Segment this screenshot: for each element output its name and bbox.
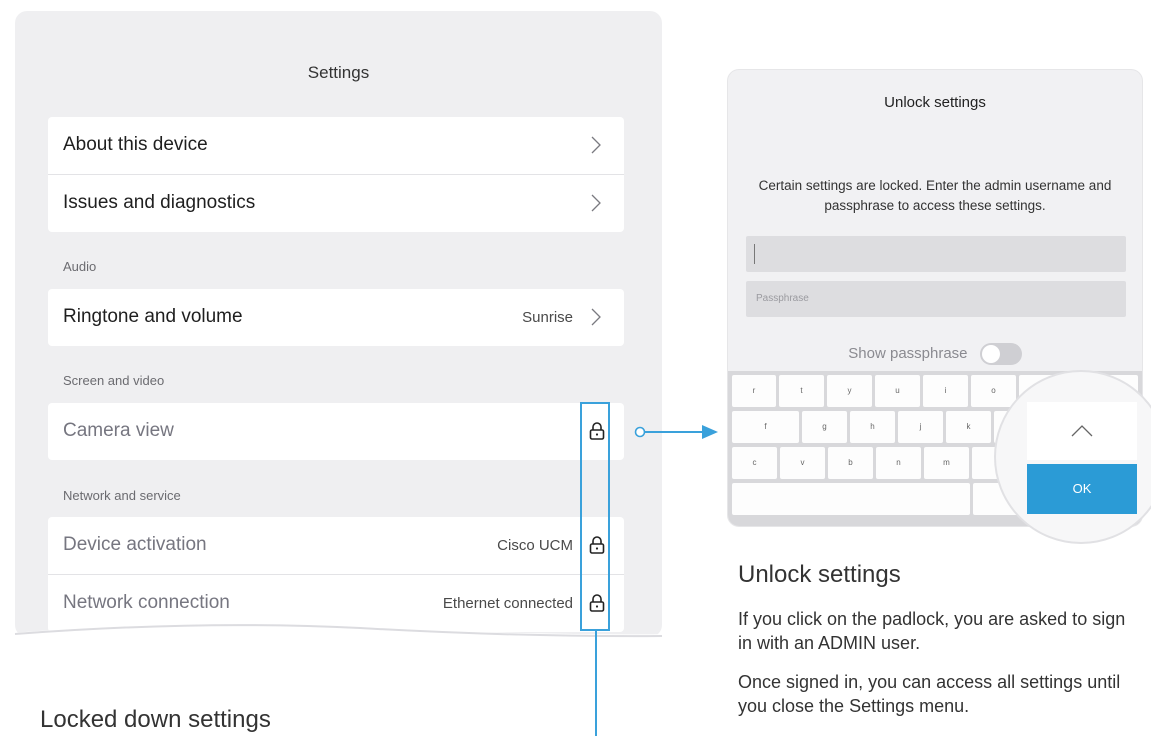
panel-cutoff-curve [0,622,680,662]
chevron-right-icon [591,136,601,154]
key-c[interactable]: c [732,447,777,479]
key-o[interactable]: o [971,375,1016,407]
key-i[interactable]: i [923,375,968,407]
device-activation-value: Cisco UCM [497,537,573,554]
chevron-right-icon [591,308,601,326]
settings-item-issues[interactable]: Issues and diagnostics [48,174,624,232]
section-audio: Audio [63,259,97,274]
settings-item-ringtone[interactable]: Ringtone and volume Sunrise [48,289,624,346]
passphrase-placeholder: Passphrase [756,293,809,304]
settings-item-label: Camera view [63,420,174,441]
text-caret [754,244,755,264]
settings-item-about[interactable]: About this device [48,117,624,174]
show-passphrase-label: Show passphrase [848,344,968,362]
key-b[interactable]: b [828,447,873,479]
settings-item-camera-view[interactable]: Camera view [48,403,624,460]
key-k[interactable]: k [946,411,991,443]
ok-button[interactable]: OK [1027,464,1137,514]
key-t[interactable]: t [779,375,824,407]
shift-up-button[interactable] [1027,402,1137,460]
audio-card: Ringtone and volume Sunrise [48,289,624,346]
callout-line-vertical [595,631,597,736]
key-j[interactable]: j [898,411,943,443]
show-passphrase-row: Show passphrase [728,343,1142,365]
space-key[interactable] [732,483,970,515]
settings-item-label: About this device [63,134,208,155]
locked-caption-heading: Locked down settings [40,706,271,733]
key-r[interactable]: r [732,375,776,407]
key-f[interactable]: f [732,411,799,443]
callout-arrow [634,425,718,439]
key-n[interactable]: n [876,447,921,479]
key-u[interactable]: u [875,375,920,407]
key-v[interactable]: v [780,447,825,479]
key-h[interactable]: h [850,411,895,443]
passphrase-field[interactable]: Passphrase [746,281,1126,317]
settings-title: Settings [307,63,370,82]
unlock-caption-p2: Once signed in, you can access all setti… [738,672,1121,716]
section-network: Network and service [63,488,181,503]
settings-item-label: Device activation [63,534,207,555]
settings-item-label: Issues and diagnostics [63,192,256,213]
chevron-right-icon [591,194,601,212]
unlock-description: Certain settings are locked. Enter the a… [758,178,1112,213]
show-passphrase-toggle[interactable] [979,343,1022,365]
general-card: About this device Issues and diagnostics [48,117,624,232]
ringtone-value: Sunrise [522,309,573,326]
unlock-caption-p1: If you click on the padlock, you are ask… [738,609,1126,653]
chevron-up-icon [1071,425,1093,437]
key-y[interactable]: y [827,375,872,407]
settings-item-device-activation[interactable]: Device activation Cisco UCM [48,517,624,574]
unlock-caption-heading: Unlock settings [738,561,901,588]
screen-card: Camera view [48,403,624,460]
settings-item-label: Network connection [63,592,230,613]
network-connection-value: Ethernet connected [442,595,573,612]
key-m[interactable]: m [924,447,969,479]
section-screen-video: Screen and video [63,373,165,388]
unlock-title: Unlock settings [884,94,986,111]
username-field[interactable] [746,236,1126,272]
key-g[interactable]: g [802,411,847,443]
padlock-highlight-box [580,402,610,631]
settings-panel: Settings About this device Issues and di… [15,11,662,637]
settings-item-label: Ringtone and volume [63,306,243,327]
